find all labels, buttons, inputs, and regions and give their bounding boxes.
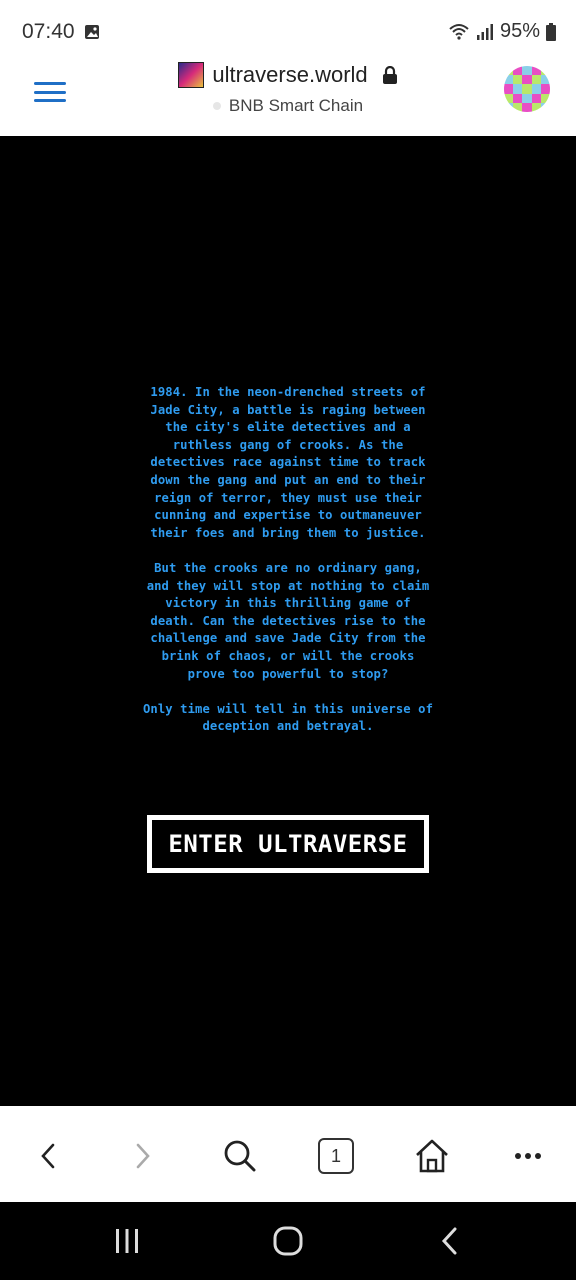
battery-percent: 95% [499, 20, 540, 42]
story-paragraph-2: But the crooks are no ordinary gang, and… [146, 560, 430, 681]
signal-icon [476, 23, 493, 40]
forward-icon[interactable] [121, 1134, 165, 1178]
chain-label: BNB Smart Chain [228, 96, 364, 115]
avatar[interactable] [504, 66, 550, 112]
enter-ultraverse-button[interactable]: ENTER ULTRAVERSE [147, 815, 429, 873]
site-title: ultraverse.world [212, 62, 368, 87]
wifi-icon [449, 23, 469, 40]
site-favicon [178, 62, 205, 88]
back-icon[interactable] [26, 1134, 70, 1178]
story-text: 1984. In the neon-drenched streets of Ja… [140, 384, 436, 753]
chain-info: BNB Smart Chain [0, 96, 576, 116]
web-content: 1984. In the neon-drenched streets of Ja… [0, 136, 576, 1106]
lock-icon [382, 66, 397, 84]
gallery-icon [85, 25, 99, 39]
search-icon[interactable] [218, 1134, 262, 1178]
home-icon[interactable] [410, 1134, 454, 1178]
chain-status-dot [212, 102, 221, 110]
browser-toolbar: 1 [0, 1106, 576, 1202]
browser-header: ultraverse.world BNB Smart Chain [0, 60, 576, 136]
tab-count: 1 [318, 1138, 354, 1174]
battery-icon [546, 22, 556, 41]
story-paragraph-1: 1984. In the neon-drenched streets of Ja… [150, 385, 426, 540]
back-chevron-icon[interactable] [430, 1224, 470, 1258]
more-icon[interactable] [506, 1134, 550, 1178]
home-circle-icon[interactable] [268, 1224, 308, 1258]
system-nav-bar [0, 1202, 576, 1280]
tabs-icon[interactable]: 1 [314, 1134, 358, 1178]
status-indicators: 95% [448, 20, 556, 43]
story-paragraph-3: Only time will tell in this universe of … [142, 701, 434, 734]
status-bar: 07:40 95% [0, 0, 576, 60]
recents-icon[interactable] [107, 1224, 147, 1258]
status-time: 07:40 [22, 20, 75, 43]
site-info: ultraverse.world [0, 62, 576, 88]
